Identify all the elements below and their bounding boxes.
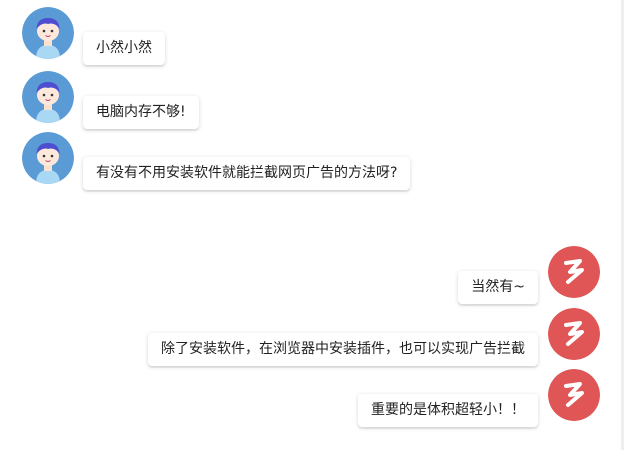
message-bubble: 有没有不用安装软件就能拦截网页广告的方法呀? xyxy=(83,157,411,190)
user-avatar[interactable] xyxy=(22,7,74,59)
red-logo-avatar-icon xyxy=(548,308,600,360)
message-bubble: 小然小然 xyxy=(83,32,165,65)
chat-window: 小然小然 电脑内存不够! 有没有不用安装软件就能拦截网页广告的方法呀? 当然有~… xyxy=(0,0,624,450)
red-logo-avatar-icon xyxy=(548,246,600,298)
user-avatar[interactable] xyxy=(22,132,74,184)
message-row-user: 有没有不用安装软件就能拦截网页广告的方法呀? xyxy=(22,132,411,190)
assistant-avatar[interactable] xyxy=(548,246,600,298)
red-logo-avatar-icon xyxy=(548,369,600,421)
assistant-avatar[interactable] xyxy=(548,369,600,421)
user-avatar[interactable] xyxy=(22,71,74,123)
message-row-user: 电脑内存不够! xyxy=(22,71,199,129)
assistant-avatar[interactable] xyxy=(548,308,600,360)
boy-avatar-icon xyxy=(22,7,74,59)
message-bubble: 电脑内存不够! xyxy=(83,96,199,129)
message-row-assistant: 除了安装软件，在浏览器中安装插件，也可以实现广告拦截 xyxy=(148,308,600,366)
boy-avatar-icon xyxy=(22,71,74,123)
message-row-assistant: 当然有~ xyxy=(458,246,600,304)
message-row-user: 小然小然 xyxy=(22,7,165,65)
message-bubble: 除了安装软件，在浏览器中安装插件，也可以实现广告拦截 xyxy=(148,333,538,366)
message-bubble: 当然有~ xyxy=(458,271,538,304)
message-row-assistant: 重要的是体积超轻小！！ xyxy=(358,369,600,427)
boy-avatar-icon xyxy=(22,132,74,184)
message-bubble: 重要的是体积超轻小！！ xyxy=(358,394,538,427)
